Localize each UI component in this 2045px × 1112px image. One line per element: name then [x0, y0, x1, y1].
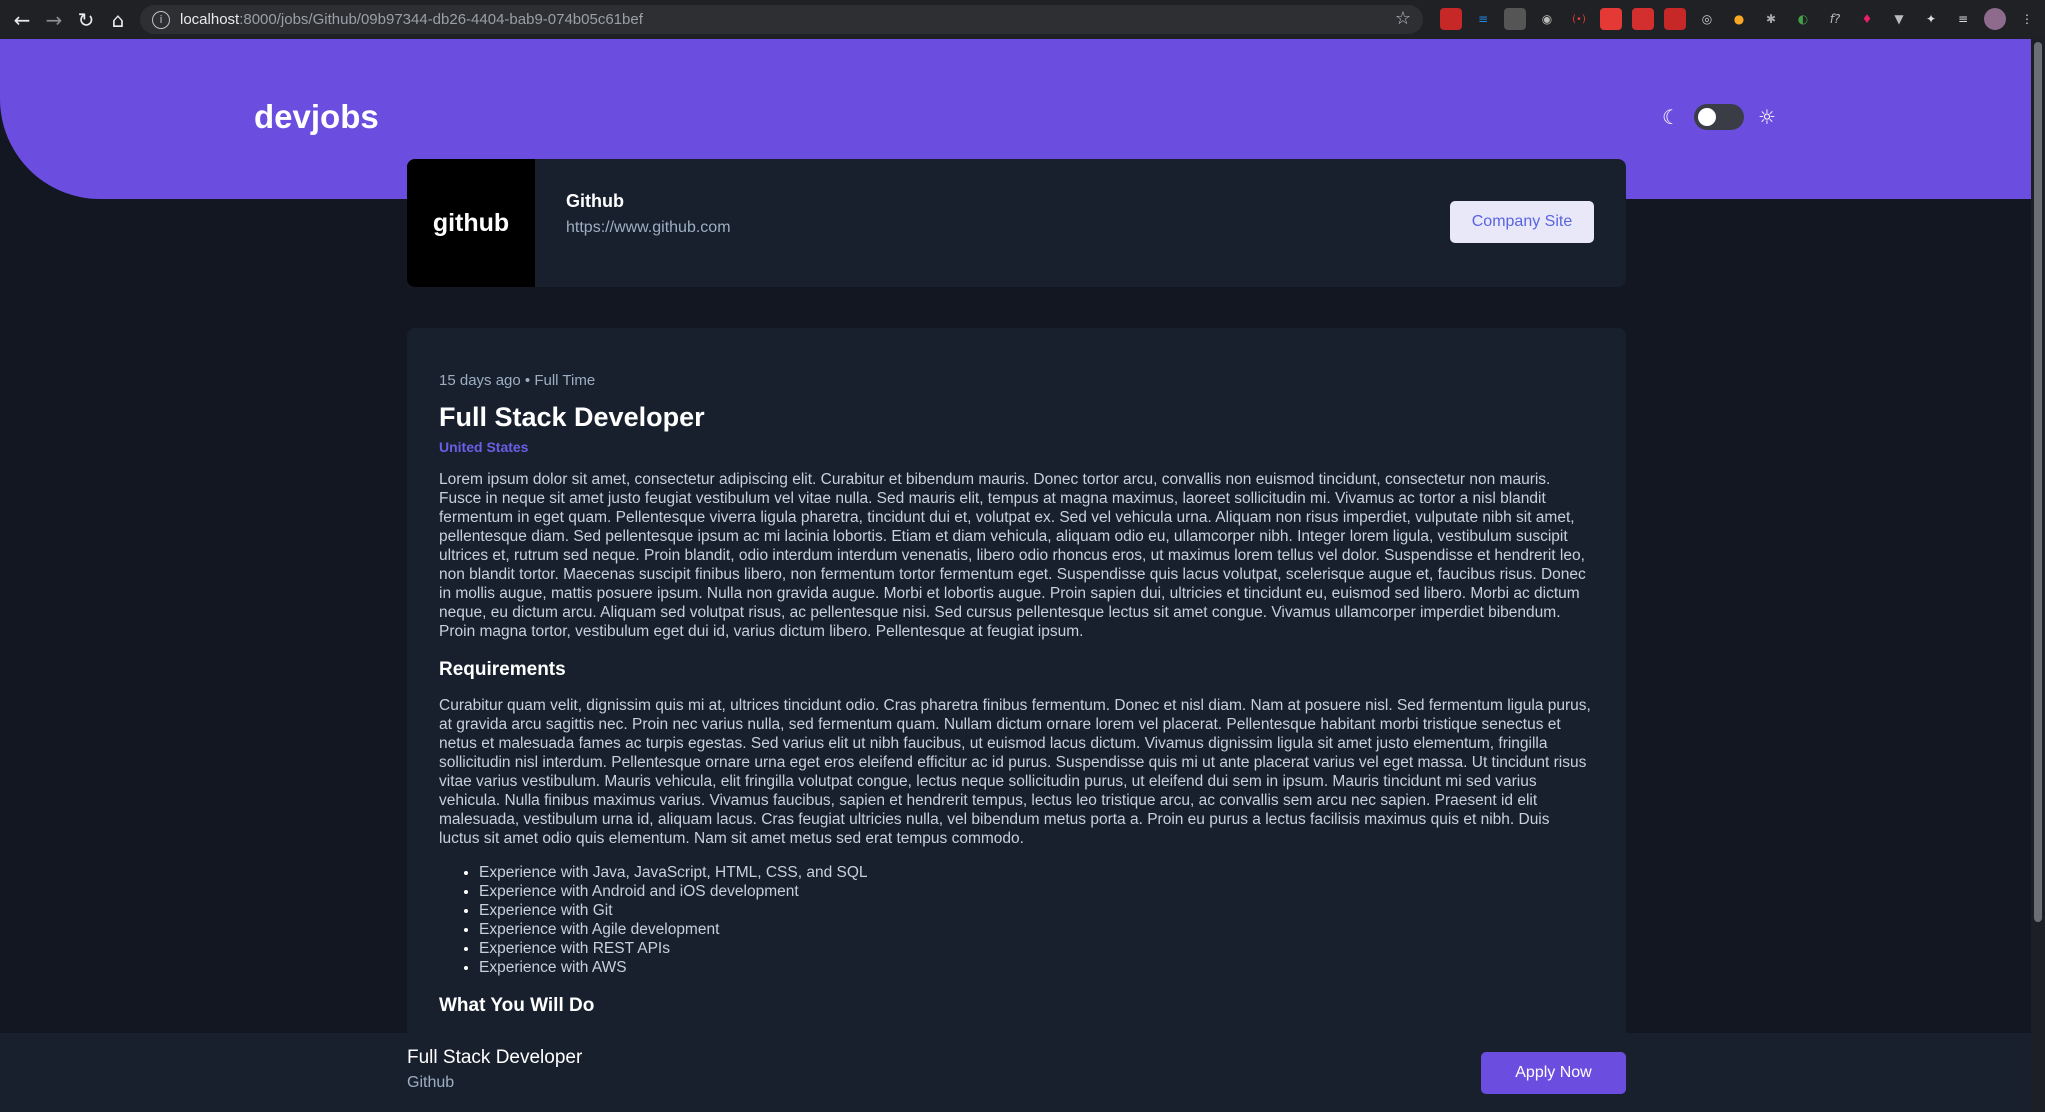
requirements-list: Experience with Java, JavaScript, HTML, …: [439, 863, 1594, 977]
url-path: :8000/jobs/Github/09b97344-db26-4404-bab…: [239, 11, 643, 28]
job-meta: 15 days ago • Full Time: [439, 372, 1594, 389]
scrollbar-thumb[interactable]: [2034, 42, 2042, 922]
extension-icon[interactable]: [1664, 8, 1686, 30]
home-icon[interactable]: ⌂: [102, 4, 134, 36]
posted-time: 15 days ago: [439, 372, 521, 389]
back-icon[interactable]: ←: [6, 4, 38, 36]
apply-now-button[interactable]: Apply Now: [1481, 1052, 1626, 1094]
extension-icon[interactable]: [1600, 8, 1622, 30]
extension-icon[interactable]: f?: [1824, 8, 1846, 30]
list-item: Experience with Agile development: [479, 920, 1594, 939]
extension-icon[interactable]: ✱: [1760, 8, 1782, 30]
extension-icon[interactable]: ▼: [1888, 8, 1910, 30]
toggle-knob: [1697, 108, 1716, 126]
extension-icon[interactable]: (•): [1568, 8, 1590, 30]
theme-toggle[interactable]: [1693, 104, 1744, 130]
contract-type: Full Time: [534, 372, 596, 389]
requirements-text: Curabitur quam velit, dignissim quis mi …: [439, 697, 1591, 847]
footer-company: Github: [407, 1074, 455, 1091]
job-details-card: 15 days ago • Full Time Full Stack Devel…: [407, 328, 1626, 1112]
site-logo[interactable]: devjobs: [254, 98, 379, 136]
extension-icon[interactable]: [1632, 8, 1654, 30]
extension-icon[interactable]: ♦: [1856, 8, 1878, 30]
job-description: Lorem ipsum dolor sit amet, consectetur …: [439, 471, 1586, 640]
company-site-button[interactable]: Company Site: [1450, 201, 1594, 243]
job-location: United States: [439, 439, 529, 455]
company-logo: github: [407, 159, 535, 287]
extension-icon[interactable]: ◉: [1536, 8, 1558, 30]
list-item: Experience with REST APIs: [479, 939, 1594, 958]
browser-toolbar: ← → ↻ ⌂ i localhost:8000/jobs/Github/09b…: [0, 0, 2045, 39]
company-url: https://www.github.com: [566, 219, 731, 236]
sun-icon: ☼: [1757, 105, 1776, 129]
list-item: Experience with Android and iOS developm…: [479, 882, 1594, 901]
role-heading: What You Will Do: [439, 995, 595, 1016]
address-bar[interactable]: i localhost:8000/jobs/Github/09b97344-db…: [140, 5, 1423, 34]
extension-icon[interactable]: ≡: [1472, 8, 1494, 30]
extensions-bar: ≡ ◉ (•) ◎ ● ✱ ◐ f? ♦ ▼ ✦ ≡ ⋮: [1440, 8, 2038, 30]
footer-job-title: Full Stack Developer: [407, 1047, 583, 1068]
extension-icon[interactable]: ◐: [1792, 8, 1814, 30]
extension-icon[interactable]: ◎: [1696, 8, 1718, 30]
extension-icon[interactable]: [1440, 8, 1462, 30]
requirements-heading: Requirements: [439, 659, 566, 680]
reload-icon[interactable]: ↻: [70, 4, 102, 36]
company-logo-text: github: [432, 208, 510, 237]
extension-icon[interactable]: [1504, 8, 1526, 30]
reading-list-icon[interactable]: ≡: [1952, 8, 1974, 30]
url-host: localhost: [180, 11, 240, 28]
menu-icon[interactable]: ⋮: [2016, 8, 2038, 30]
list-item: Experience with Java, JavaScript, HTML, …: [479, 863, 1594, 882]
profile-avatar[interactable]: [1984, 8, 2006, 30]
site-info-icon[interactable]: i: [152, 10, 170, 29]
moon-icon: ☾: [1662, 105, 1680, 129]
company-card: github Github https://www.github.com Com…: [407, 159, 1626, 287]
puzzle-icon[interactable]: ✦: [1920, 8, 1942, 30]
theme-switcher: ☾ ☼: [1662, 104, 1776, 130]
company-name: Github: [566, 191, 624, 211]
forward-icon[interactable]: →: [38, 4, 70, 36]
list-item: Experience with Git: [479, 901, 1594, 920]
bookmark-star-icon[interactable]: ☆: [1395, 8, 1411, 29]
list-item: Experience with AWS: [479, 958, 1594, 977]
job-title: Full Stack Developer: [439, 402, 705, 432]
meta-separator: •: [524, 372, 531, 389]
sticky-footer: Full Stack Developer Github Apply Now: [0, 1033, 2031, 1112]
extension-icon[interactable]: ●: [1728, 8, 1750, 30]
